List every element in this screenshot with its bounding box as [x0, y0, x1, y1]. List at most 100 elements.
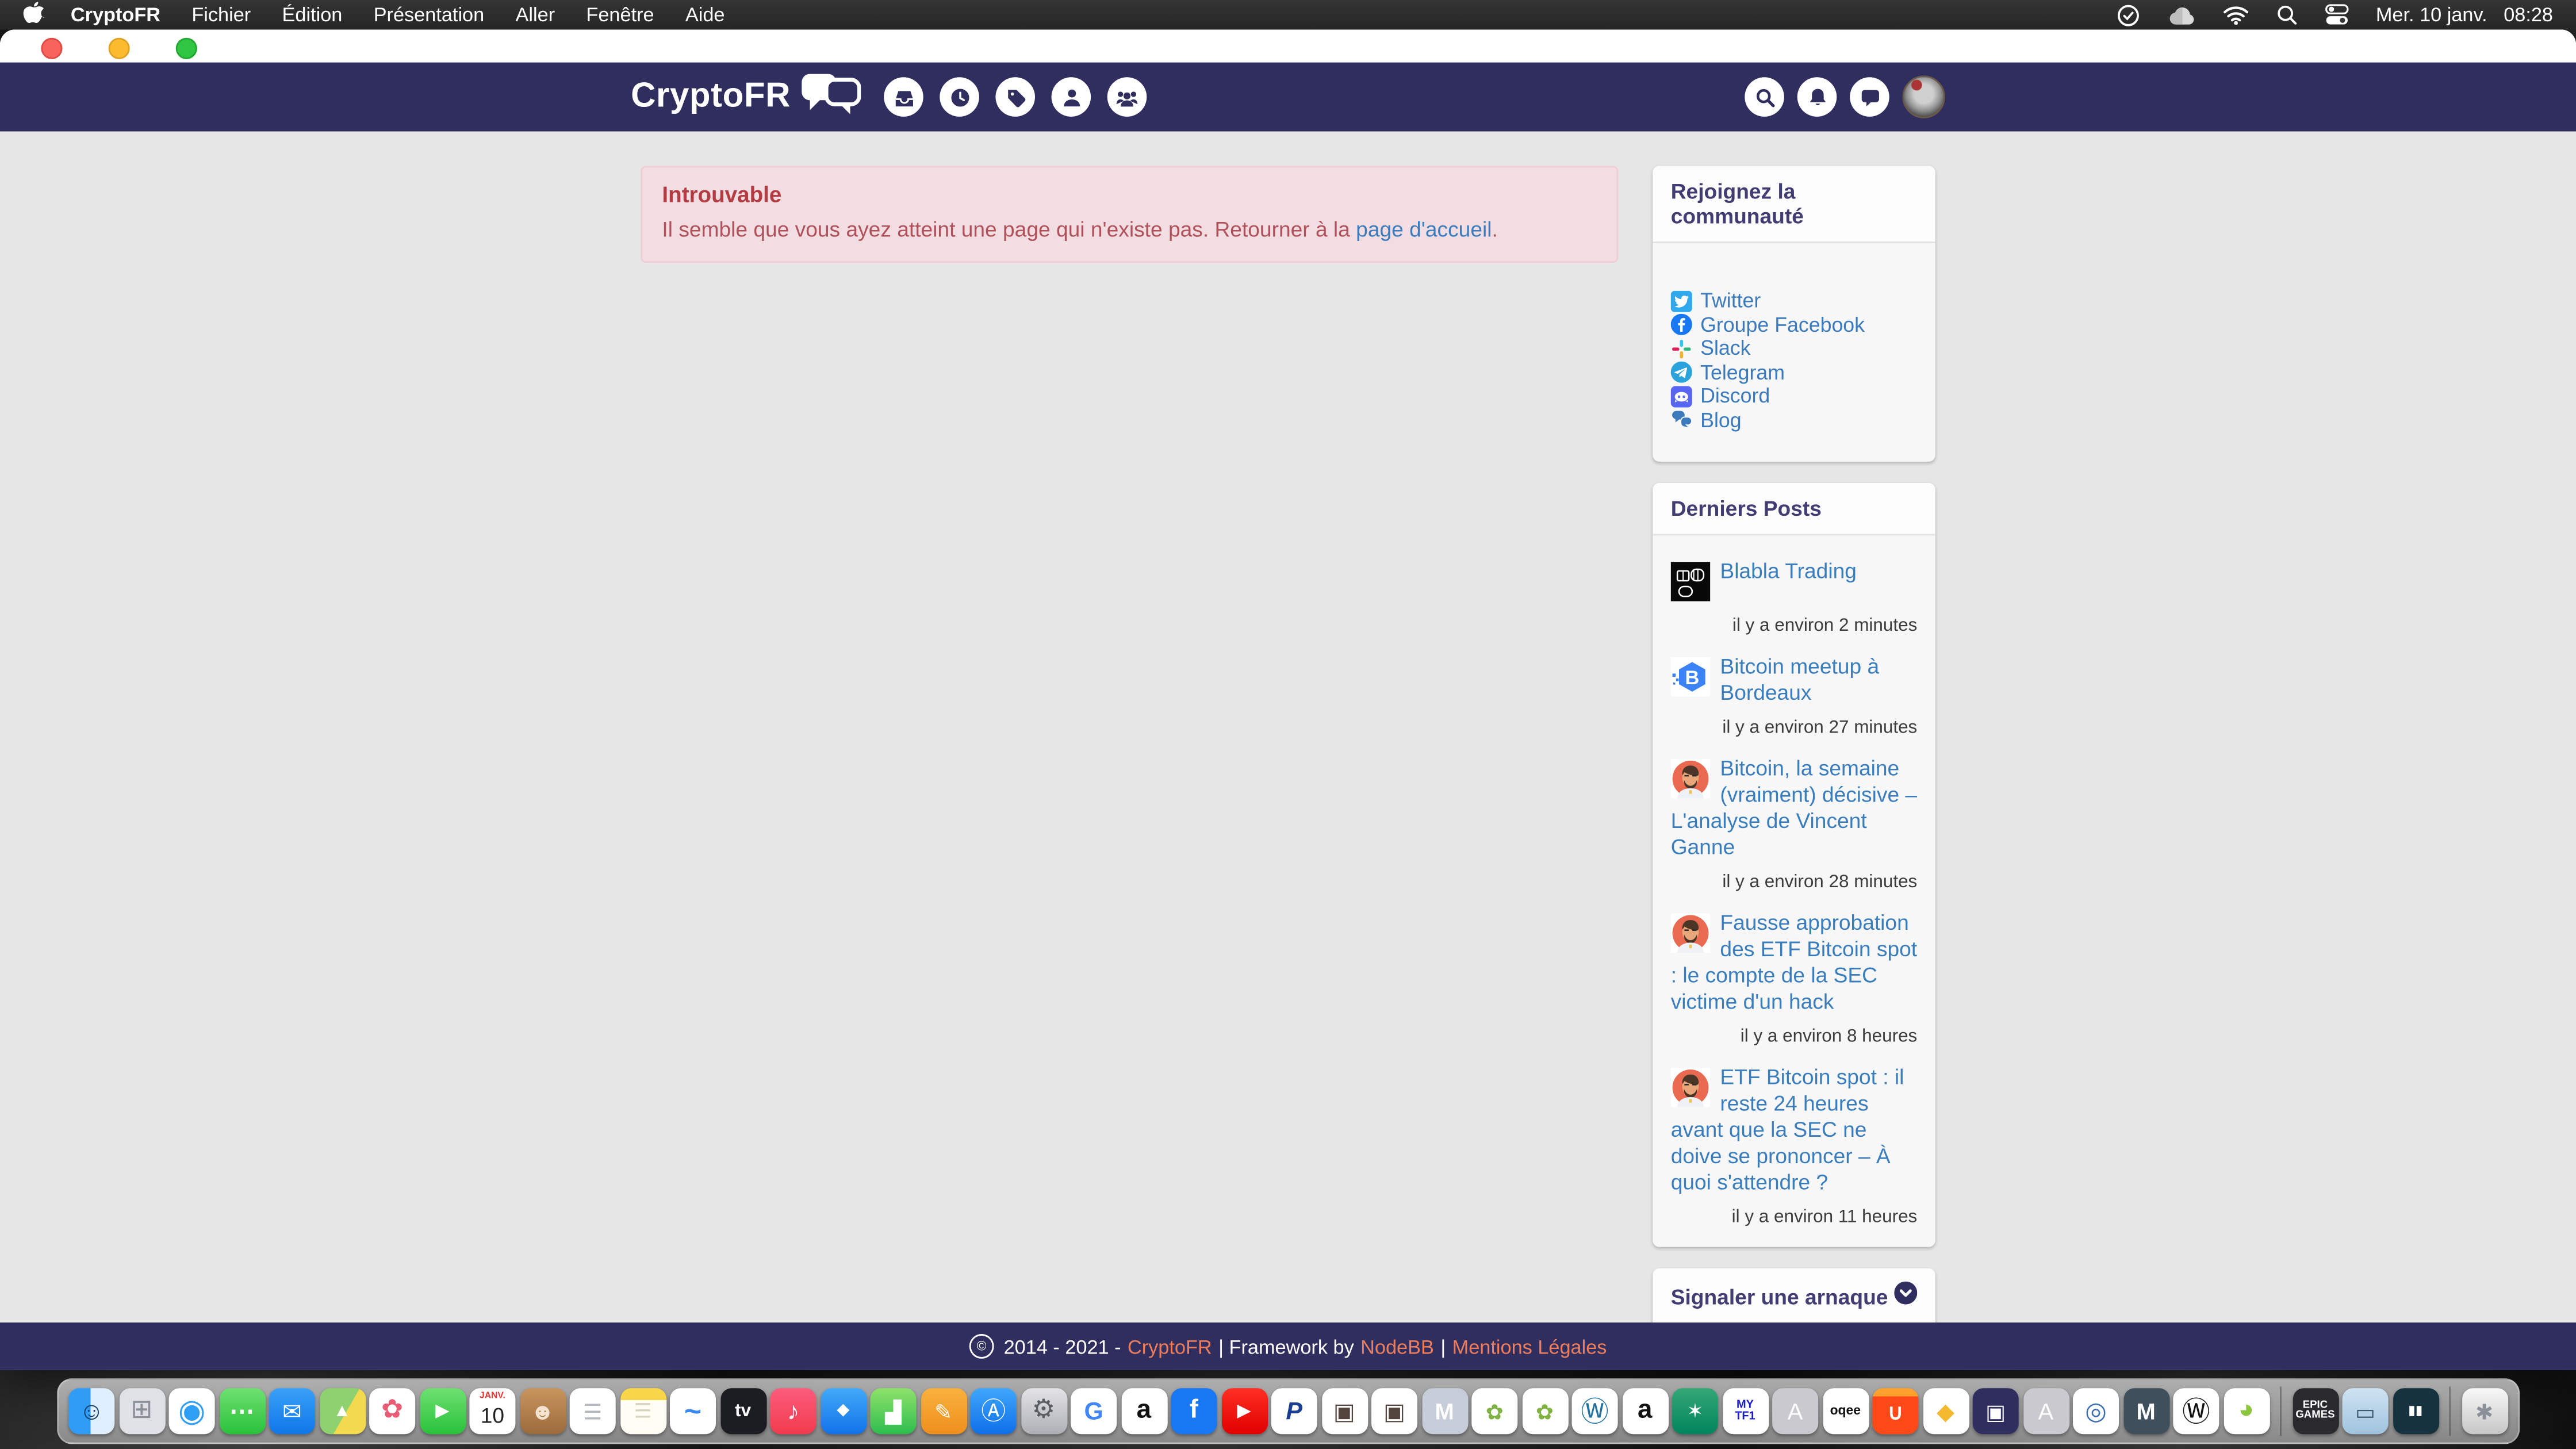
menu-aide[interactable]: Aide — [685, 3, 725, 26]
post-item: B Bitcoin meetup à Bordeaux il y a envir… — [1671, 654, 1918, 738]
dock-messages-icon[interactable]: ⋯ — [219, 1388, 265, 1434]
dock-a-app-2-icon[interactable]: A — [2023, 1388, 2069, 1434]
dock-google-icon[interactable]: G — [1071, 1388, 1117, 1434]
facebook-group-link[interactable]: Groupe Facebook — [1671, 313, 1918, 336]
dock-notes-icon[interactable]: ☰ — [620, 1388, 666, 1434]
dock-numbers-icon[interactable]: ▟ — [871, 1388, 917, 1434]
facebook-link-label: Groupe Facebook — [1700, 313, 1865, 336]
zoom-window-button[interactable] — [176, 37, 197, 58]
dock-molotov-2-icon[interactable]: ▣ — [1371, 1388, 1417, 1434]
recent-icon[interactable] — [940, 77, 980, 117]
dock-trash-icon[interactable]: ✱ — [2462, 1388, 2508, 1434]
dock-photos-icon[interactable]: ✿ — [369, 1388, 415, 1434]
user-avatar[interactable] — [1903, 75, 1945, 118]
dock-keynote-icon[interactable]: ◆ — [820, 1388, 866, 1434]
dock-amazon-icon[interactable]: a — [1121, 1388, 1167, 1434]
footer-cryptofr-link[interactable]: CryptoFR — [1128, 1335, 1212, 1358]
discord-link[interactable]: Discord — [1671, 385, 1918, 408]
menubar-app-name[interactable]: CryptoFR — [71, 3, 160, 26]
spotlight-icon[interactable] — [2276, 3, 2299, 26]
onedrive-cloud-icon[interactable] — [2167, 4, 2196, 25]
home-page-link[interactable]: page d'accueil — [1356, 217, 1492, 241]
dock-plant-icon[interactable]: ✿ — [1471, 1388, 1517, 1434]
chevron-down-icon[interactable] — [1894, 1282, 1917, 1313]
wifi-icon[interactable] — [2223, 5, 2249, 25]
dock-preview-window-icon[interactable]: ▭ — [2343, 1388, 2389, 1434]
close-window-button[interactable] — [41, 37, 62, 58]
sidebar: Rejoignez la communauté Twitter Groupe F… — [1653, 166, 1935, 1322]
blog-link[interactable]: Blog — [1671, 408, 1918, 431]
dock-separator — [2280, 1386, 2282, 1436]
dock-ledger-icon[interactable]: ▮▮ — [2393, 1388, 2439, 1434]
dock-shapeshift-icon[interactable]: ◎ — [2073, 1388, 2119, 1434]
dock-calendar-icon[interactable]: JANV.10 — [469, 1388, 515, 1434]
dock-system-settings-icon[interactable]: ⚙ — [1021, 1388, 1067, 1434]
latest-posts-panel: Derniers Posts Blabla Trading il y a env… — [1653, 483, 1935, 1247]
dock-safari-icon[interactable]: ◉ — [169, 1388, 215, 1434]
footer-mentions-legales-link[interactable]: Mentions Légales — [1452, 1335, 1607, 1358]
dock-pages-icon[interactable]: ✎ — [921, 1388, 967, 1434]
menu-presentation[interactable]: Présentation — [374, 3, 485, 26]
dock-w-app-icon[interactable]: Ⓦ — [2173, 1388, 2219, 1434]
dock-freeform-icon[interactable]: ~ — [670, 1388, 716, 1434]
dock-wordpress-icon[interactable]: Ⓦ — [1572, 1388, 1618, 1434]
dock-m-app-icon[interactable]: M — [1421, 1388, 1467, 1434]
user-icon[interactable] — [1052, 77, 1091, 117]
posts-panel-title: Derniers Posts — [1671, 496, 1822, 521]
telegram-icon — [1671, 362, 1692, 383]
menubar-time[interactable]: 08:28 — [2504, 3, 2553, 26]
footer-framework-text: | Framework by — [1218, 1335, 1354, 1358]
telegram-link-label: Telegram — [1700, 361, 1785, 384]
apple-menu-icon[interactable] — [23, 0, 44, 29]
dock-facebook-icon[interactable]: f — [1171, 1388, 1217, 1434]
dock-app-store-icon[interactable]: Ⓐ — [971, 1388, 1017, 1434]
creative-commons-icon: © — [969, 1334, 994, 1359]
dock-a-app-icon[interactable]: A — [1772, 1388, 1818, 1434]
sync-check-icon[interactable] — [2116, 2, 2141, 27]
dock-paypal-icon[interactable]: P — [1271, 1388, 1317, 1434]
telegram-link[interactable]: Telegram — [1671, 361, 1918, 384]
dock-epic-games-icon[interactable]: EPIC GAMES — [2292, 1388, 2338, 1434]
dock-coingecko-icon[interactable]: ◕ — [2223, 1388, 2269, 1434]
dock-reminders-icon[interactable]: ☰ — [570, 1388, 616, 1434]
groups-icon[interactable] — [1107, 77, 1147, 117]
dock-m-dark-icon[interactable]: M — [2123, 1388, 2169, 1434]
dock-mytf1-icon[interactable]: MY TF1 — [1722, 1388, 1768, 1434]
footer-nodebb-link[interactable]: NodeBB — [1360, 1335, 1434, 1358]
dock-binance-icon[interactable]: ◆ — [1923, 1388, 1969, 1434]
post-avatar-bitcoin: B — [1671, 657, 1711, 697]
minimize-window-button[interactable] — [109, 37, 130, 58]
tags-icon[interactable] — [996, 77, 1036, 117]
chat-icon[interactable] — [1850, 77, 1889, 117]
twitter-link[interactable]: Twitter — [1671, 289, 1918, 312]
dock-apple-tv-icon[interactable]: tv — [720, 1388, 766, 1434]
svg-text:B: B — [1685, 667, 1699, 689]
main-column: Introuvable Il semble que vous ayez atte… — [641, 166, 1618, 1322]
search-icon[interactable] — [1745, 77, 1784, 117]
menu-aller[interactable]: Aller — [516, 3, 555, 26]
dock-cryptofr-icon[interactable]: ▣ — [1973, 1388, 2019, 1434]
dock-finder-icon[interactable]: ☺ — [68, 1388, 114, 1434]
notifications-icon[interactable] — [1797, 77, 1837, 117]
menu-edition[interactable]: Édition — [282, 3, 343, 26]
menubar-date[interactable]: Mer. 10 janv. — [2376, 3, 2487, 26]
categories-icon[interactable] — [884, 77, 924, 117]
dock-plant-2-icon[interactable]: ✿ — [1521, 1388, 1567, 1434]
dock-bnp-paribas-icon[interactable]: ✶ — [1672, 1388, 1718, 1434]
control-center-icon[interactable] — [2325, 3, 2349, 26]
dock-mail-icon[interactable]: ✉ — [269, 1388, 315, 1434]
menu-fichier[interactable]: Fichier — [191, 3, 251, 26]
dock-contacts-icon[interactable]: ☻ — [520, 1388, 566, 1434]
dock-oqee-icon[interactable]: oqee — [1822, 1388, 1868, 1434]
menu-fenetre[interactable]: Fenêtre — [586, 3, 654, 26]
dock-facetime-icon[interactable]: ▶ — [419, 1388, 465, 1434]
dock-music-icon[interactable]: ♪ — [770, 1388, 816, 1434]
dock-youtube-icon[interactable]: ▶ — [1221, 1388, 1267, 1434]
dock-amazon-2-icon[interactable]: a — [1622, 1388, 1668, 1434]
dock-maps-icon[interactable]: ▲ — [319, 1388, 365, 1434]
dock-launchpad-icon[interactable]: ⊞ — [118, 1388, 164, 1434]
slack-link[interactable]: Slack — [1671, 337, 1918, 360]
site-logo[interactable]: CryptoFR — [631, 71, 861, 122]
dock-molotov-icon[interactable]: ▣ — [1321, 1388, 1367, 1434]
dock-aliexpress-icon[interactable]: ∪ — [1872, 1388, 1918, 1434]
